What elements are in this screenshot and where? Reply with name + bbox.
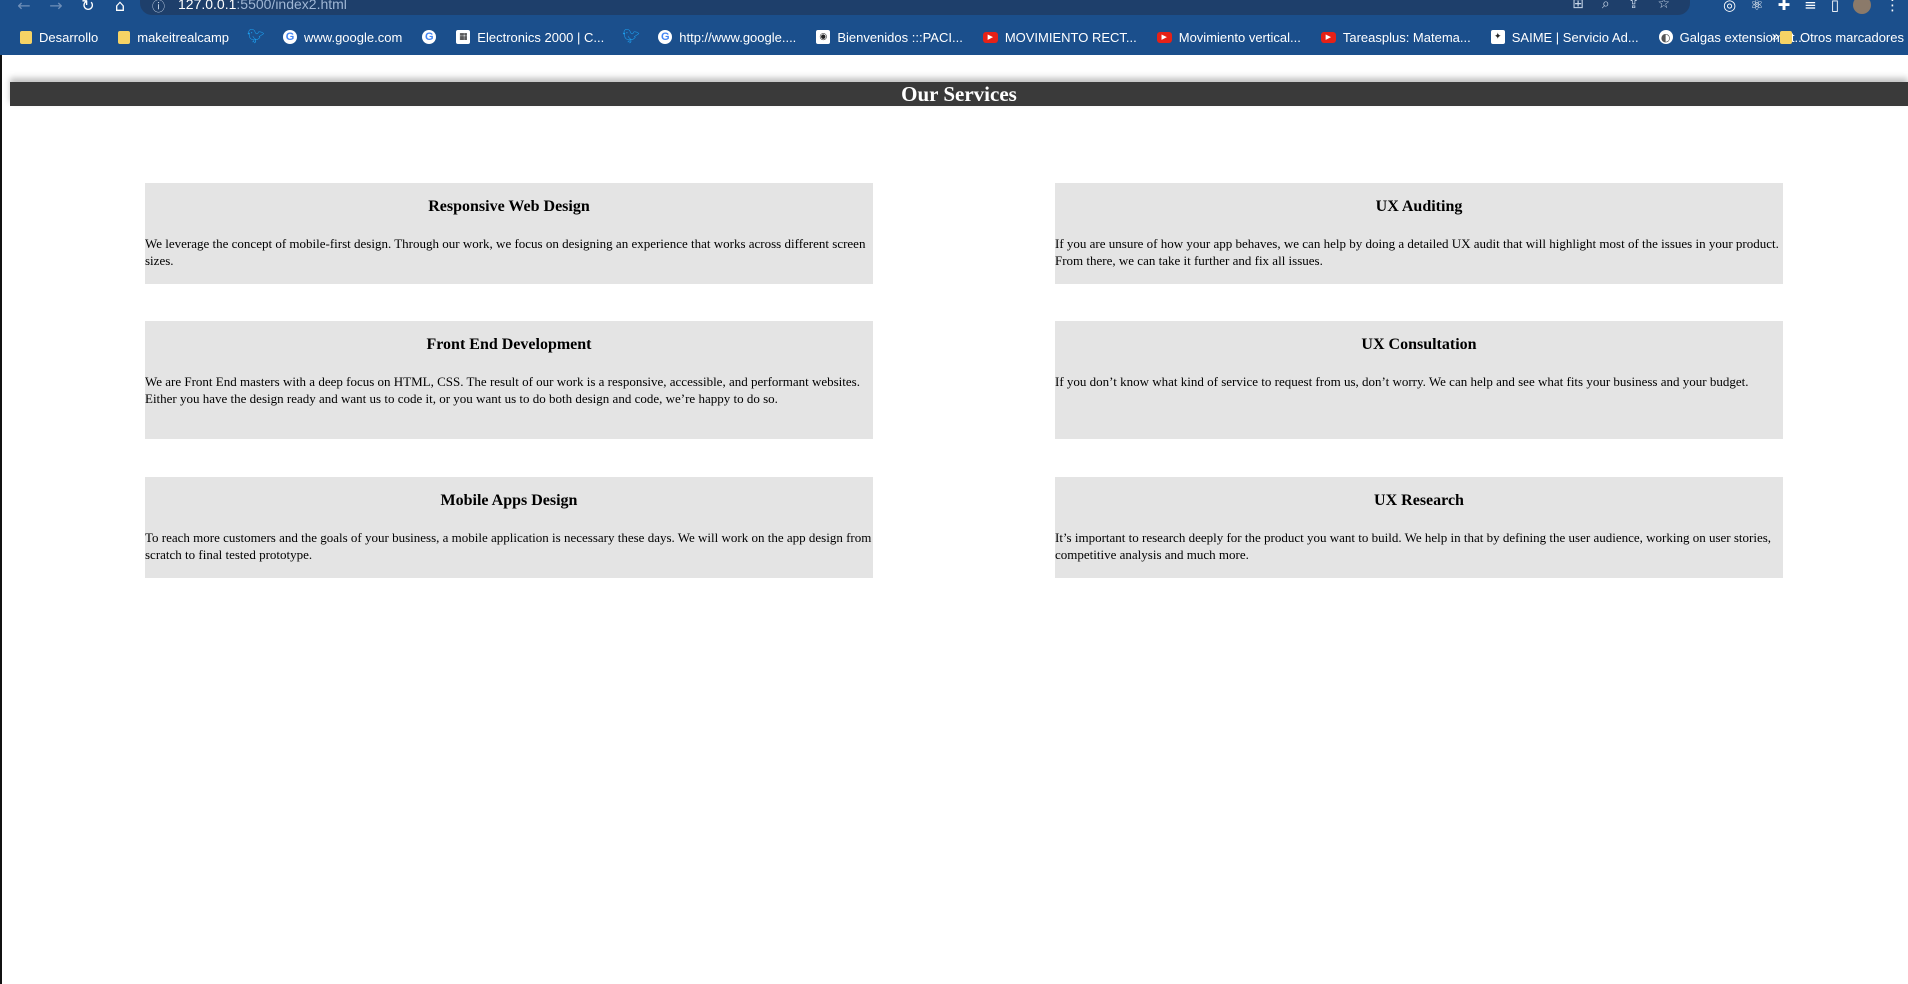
reading-list-icon[interactable]: ≡ <box>1804 0 1817 14</box>
side-panel-icon[interactable]: ▯ <box>1831 0 1839 14</box>
home-icon[interactable]: ⌂ <box>110 0 130 15</box>
bookmark-label: Electronics 2000 | C... <box>477 29 605 45</box>
url-host: 127.0.0.1 <box>178 0 237 12</box>
globe-icon: ◐ <box>1658 30 1673 44</box>
share-icon[interactable]: ⇪ <box>1628 0 1640 12</box>
extensions-puzzle-icon[interactable]: ✚ <box>1778 0 1791 14</box>
folder-icon <box>118 30 131 44</box>
service-card-ux-consultation: UX Consultation If you don’t know what k… <box>1055 321 1783 439</box>
bookmark-label: makeitrealcamp <box>137 29 230 45</box>
bookmark-tareasplus[interactable]: ▶ Tareasplus: Matema... <box>1311 30 1481 45</box>
service-description: We leverage the concept of mobile-first … <box>145 236 866 268</box>
bookmark-label: SAIME | Servicio Ad... <box>1511 29 1639 45</box>
service-title: Front End Development <box>426 336 592 353</box>
window-left-border <box>0 55 2 984</box>
site-info-icon[interactable]: ⓘ <box>152 0 165 15</box>
bookmark-label: Desarrollo <box>39 29 99 45</box>
address-tools: ⊞ ⌕ ⇪ ☆ <box>1572 0 1670 12</box>
twitter-icon: 🐦︎ <box>247 29 265 45</box>
address-bar[interactable]: ⓘ 127.0.0.1:5500/index2.html ⊞ ⌕ ⇪ ☆ <box>140 0 1690 15</box>
service-title: UX Research <box>1374 492 1464 509</box>
more-bookmarks-chevron-icon[interactable]: » <box>1771 22 1780 52</box>
url-path: :5500/index2.html <box>236 0 347 12</box>
bookmark-twitter-2[interactable]: 🐦︎ <box>614 30 648 44</box>
profile-avatar[interactable] <box>1853 0 1871 14</box>
translate-icon[interactable]: ⊞ <box>1572 0 1584 12</box>
bookmark-bienvenidos[interactable]: ◉ Bienvenidos :::PACI... <box>806 30 973 45</box>
other-bookmarks-folder[interactable]: Otros marcadores <box>1779 22 1908 52</box>
url-text[interactable]: 127.0.0.1:5500/index2.html <box>178 0 347 12</box>
bookmark-movimiento-vertical[interactable]: ▶ Movimiento vertical... <box>1147 30 1311 45</box>
site-icon: ▦ <box>456 30 471 44</box>
bookmark-label: Movimiento vertical... <box>1178 29 1301 45</box>
service-description: If you don’t know what kind of service t… <box>1055 374 1749 389</box>
twitter-icon: 🐦︎ <box>622 29 641 45</box>
bookmark-google-2[interactable]: G <box>412 30 446 44</box>
folder-icon <box>1779 30 1792 44</box>
reload-icon[interactable]: ↻ <box>78 0 98 15</box>
other-bookmarks-label: Otros marcadores <box>1799 29 1904 45</box>
toolbar: ← → ↻ ⌂ ⓘ 127.0.0.1:5500/index2.html ⊞ ⌕… <box>0 0 1908 15</box>
forward-icon[interactable]: → <box>46 0 66 15</box>
bookmark-saime[interactable]: ✦ SAIME | Servicio Ad... <box>1481 30 1649 45</box>
service-card-front-end-development: Front End Development We are Front End m… <box>145 321 873 439</box>
page-viewport[interactable]: Our Services Responsive Web Design We le… <box>0 55 1908 984</box>
bookmarks-bar: Desarrollo makeitrealcamp 🐦︎ G www.googl… <box>0 22 1908 52</box>
service-title: Responsive Web Design <box>428 198 590 215</box>
service-title: UX Auditing <box>1375 198 1463 215</box>
browser-chrome: ← → ↻ ⌂ ⓘ 127.0.0.1:5500/index2.html ⊞ ⌕… <box>0 0 1908 55</box>
service-card-ux-research: UX Research It’s important to research d… <box>1055 477 1783 578</box>
service-description: It’s important to research deeply for th… <box>1055 530 1772 562</box>
service-description: To reach more customers and the goals of… <box>145 530 872 562</box>
bookmark-label: http://www.google.... <box>679 29 797 45</box>
google-icon: G <box>658 30 673 44</box>
extension-icon[interactable]: ◎ <box>1723 0 1736 14</box>
bookmark-label: Tareasplus: Matema... <box>1342 29 1471 45</box>
bookmark-desarrollo[interactable]: Desarrollo <box>0 30 108 45</box>
youtube-icon: ▶ <box>982 31 998 43</box>
zoom-icon[interactable]: ⌕ <box>1602 0 1610 12</box>
service-title: Mobile Apps Design <box>440 492 578 509</box>
youtube-icon: ▶ <box>1320 31 1336 43</box>
bookmark-twitter-1[interactable]: 🐦︎ <box>239 30 273 44</box>
service-description: If you are unsure of how your app behave… <box>1055 236 1779 268</box>
google-icon: G <box>283 30 298 44</box>
folder-icon <box>20 30 32 44</box>
menu-kebab-icon[interactable]: ⋮ <box>1885 0 1900 14</box>
service-card-responsive-web-design: Responsive Web Design We leverage the co… <box>145 183 873 284</box>
service-card-mobile-apps-design: Mobile Apps Design To reach more custome… <box>145 477 873 578</box>
bookmark-makeitrealcamp[interactable]: makeitrealcamp <box>108 30 239 45</box>
site-icon: ✦ <box>1490 30 1505 44</box>
bookmark-movimiento-rect[interactable]: ▶ MOVIMIENTO RECT... <box>973 30 1147 45</box>
youtube-icon: ▶ <box>1156 31 1172 43</box>
bookmark-label: www.google.com <box>304 29 403 45</box>
bookmark-electronics[interactable]: ▦ Electronics 2000 | C... <box>446 30 614 45</box>
site-icon: ◉ <box>816 30 831 44</box>
bookmark-google-3[interactable]: G http://www.google.... <box>648 30 806 45</box>
bookmark-google[interactable]: G www.google.com <box>273 30 412 45</box>
browser-tools: ◎ ⚛ ✚ ≡ ▯ ⋮ <box>1723 0 1900 14</box>
google-icon: G <box>422 30 437 44</box>
service-card-ux-auditing: UX Auditing If you are unsure of how you… <box>1055 183 1783 284</box>
service-title: UX Consultation <box>1361 336 1477 353</box>
react-devtools-icon[interactable]: ⚛ <box>1750 0 1763 14</box>
bookmark-label: MOVIMIENTO RECT... <box>1004 29 1137 45</box>
bookmark-star-icon[interactable]: ☆ <box>1657 0 1670 12</box>
page-title: Our Services <box>10 82 1908 106</box>
service-description: We are Front End masters with a deep foc… <box>145 374 860 406</box>
back-icon[interactable]: ← <box>14 0 34 15</box>
bookmark-label: Bienvenidos :::PACI... <box>837 29 963 45</box>
